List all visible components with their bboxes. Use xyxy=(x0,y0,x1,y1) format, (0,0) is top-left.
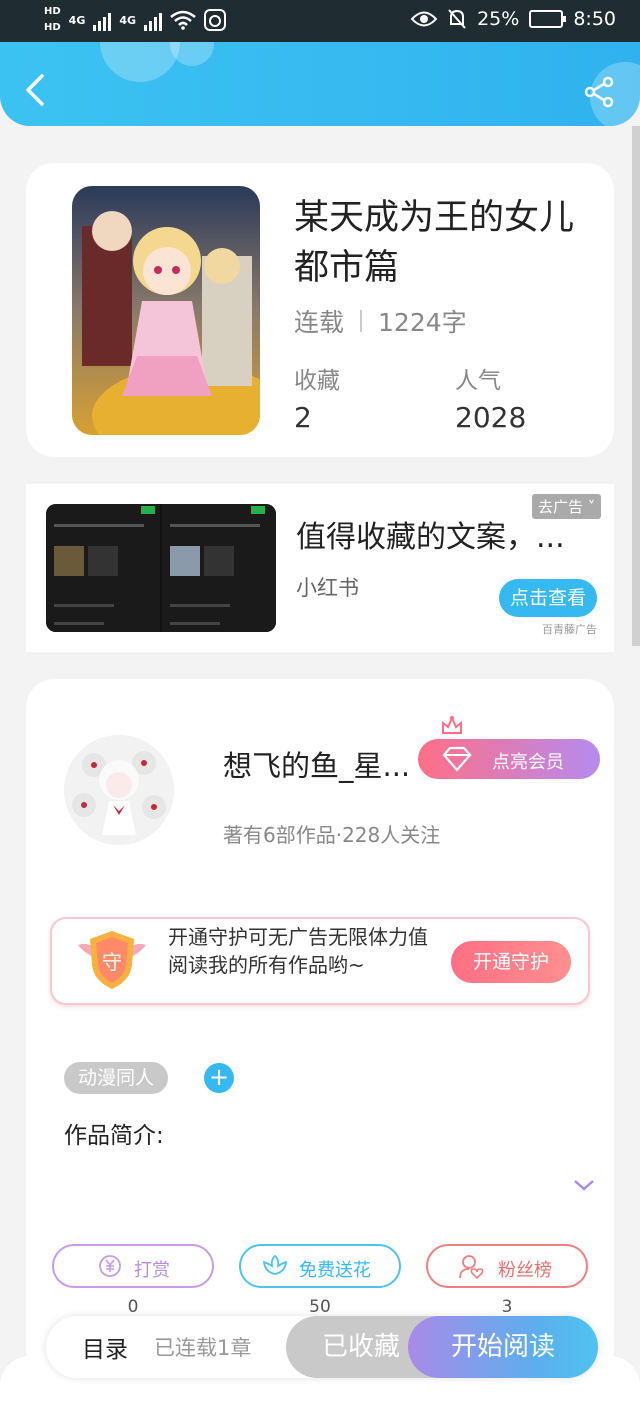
start-reading-button[interactable]: 开始阅读 xyxy=(408,1316,598,1378)
network-type-1: 4G xyxy=(68,13,86,27)
battery-icon xyxy=(529,10,567,28)
diamond-icon xyxy=(442,746,472,772)
header xyxy=(0,42,640,126)
fan-count: 3 xyxy=(501,1297,513,1317)
send-flower-button[interactable]: 免费送花 xyxy=(239,1244,401,1288)
author-avatar[interactable] xyxy=(64,735,174,845)
chevron-down-icon: ˅ xyxy=(583,498,596,516)
author-stats: 著有6部作品·228人关注 xyxy=(223,823,441,847)
book-info-card: 某天成为王的女儿都市篇 连载 1224字 收藏 2 人气 2028 xyxy=(26,163,614,457)
flower-icon xyxy=(262,1254,288,1275)
ad-banner[interactable]: 值得收藏的文案，... 小红书 去广告 ˅ 点击查看 百青藤广告 xyxy=(26,484,614,652)
svg-text:守: 守 xyxy=(102,950,122,974)
mute-icon xyxy=(448,9,466,29)
tip-button[interactable]: 打赏 xyxy=(52,1244,214,1288)
guard-shield-icon: 守 xyxy=(78,931,146,989)
clock: 8:50 xyxy=(573,8,616,30)
tip-count: 0 xyxy=(127,1297,139,1317)
popularity-label: 人气 xyxy=(455,368,501,394)
crown-icon xyxy=(442,715,462,734)
guard-description: 开通守护可无广告无限体力值阅读我的所有作品哟~ xyxy=(168,925,428,977)
guard-banner[interactable]: 守 开通守护可无广告无限体力值阅读我的所有作品哟~ 开通守护 xyxy=(50,917,590,1005)
book-cover[interactable] xyxy=(72,186,260,435)
add-tag-button[interactable]: + xyxy=(204,1063,234,1093)
chapter-count[interactable]: 已连载1章 xyxy=(154,1332,251,1362)
flower-count: 50 xyxy=(309,1297,331,1317)
ad-network-label: 百青藤广告 xyxy=(542,623,597,636)
ad-view-button[interactable]: 点击查看 xyxy=(499,579,597,617)
yen-coin-icon xyxy=(99,1255,121,1277)
serial-status: 连载 xyxy=(294,308,345,337)
status-bar: HD HD 4G 4G 25% 8:50 xyxy=(0,0,640,42)
battery-percent: 25% xyxy=(477,8,520,30)
signal-icon-2 xyxy=(144,9,163,31)
share-button[interactable] xyxy=(584,76,616,108)
intro-label: 作品简介: xyxy=(64,1123,164,1149)
toc-button[interactable]: 目录 xyxy=(82,1330,128,1364)
open-guard-button[interactable]: 开通守护 xyxy=(451,941,571,983)
author-name[interactable]: 想飞的鱼_星... xyxy=(223,743,410,785)
eye-icon xyxy=(411,11,438,27)
ad-image[interactable] xyxy=(46,504,276,632)
scrollbar[interactable] xyxy=(632,126,640,646)
app-notification-icon xyxy=(204,9,227,31)
divider xyxy=(360,310,363,332)
network-type-2: 4G xyxy=(119,13,137,27)
back-button[interactable] xyxy=(22,72,52,108)
ad-source: 小红书 xyxy=(296,576,359,600)
ad-title[interactable]: 值得收藏的文案，... xyxy=(296,512,565,556)
user-heart-icon xyxy=(459,1255,484,1280)
book-status-row: 连载 1224字 xyxy=(294,303,467,339)
word-count: 1224字 xyxy=(378,308,467,337)
hd-indicator: HD HD xyxy=(44,6,61,33)
expand-chevron-icon[interactable] xyxy=(572,1177,596,1193)
signal-icon xyxy=(93,9,112,31)
wifi-icon xyxy=(170,10,196,30)
tag-item[interactable]: 动漫同人 xyxy=(64,1062,169,1094)
favorites-value: 2 xyxy=(294,401,312,434)
book-title: 某天成为王的女儿都市篇 xyxy=(294,198,575,288)
bottom-action-bar: 目录 已连载1章 已收藏 开始阅读 xyxy=(46,1316,598,1378)
remove-ad-button[interactable]: 去广告 ˅ xyxy=(532,494,602,519)
favorites-label: 收藏 xyxy=(294,368,340,394)
popularity-value: 2028 xyxy=(455,401,527,434)
author-card: 想飞的鱼_星... 著有6部作品·228人关注 点亮会员 守 开通守护可无广告无… xyxy=(26,679,614,1379)
fan-ranking-button[interactable]: 粉丝榜 xyxy=(426,1244,588,1288)
vip-button[interactable]: 点亮会员 xyxy=(418,715,600,779)
